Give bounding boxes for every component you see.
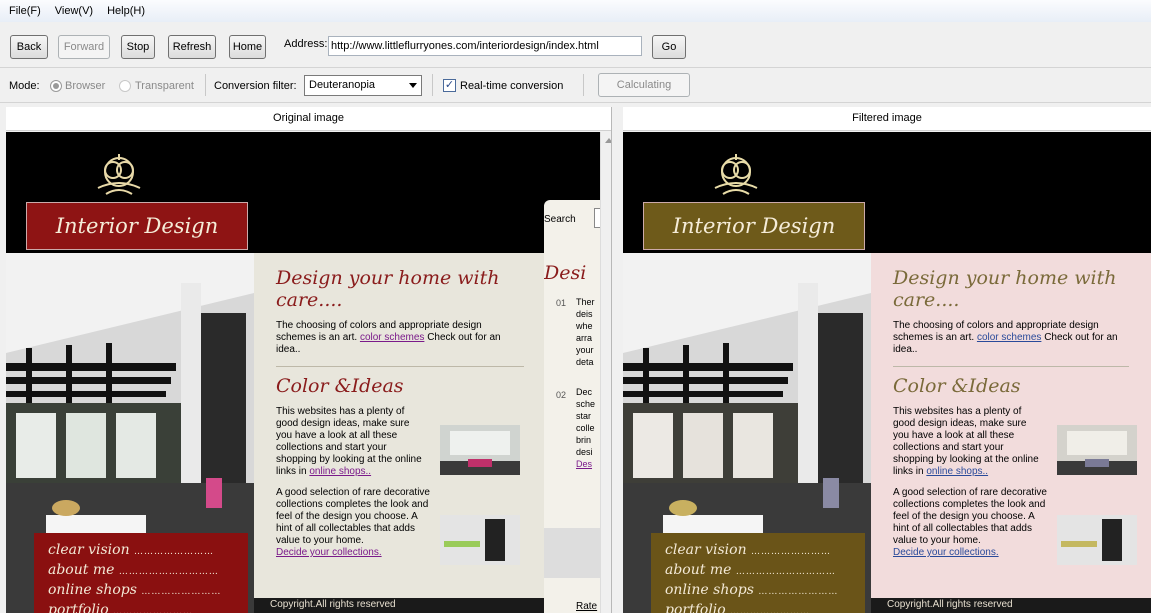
- site-footer: Copyright.All rights reserved: [871, 598, 1151, 613]
- nav-item[interactable]: portfolio ……………………: [48, 601, 234, 613]
- filtered-panel-header: Filtered image: [623, 107, 1151, 131]
- filter-select-value: Deuteranopia: [309, 79, 376, 91]
- nav-item[interactable]: clear vision ……………………: [665, 541, 851, 561]
- ideas-paragraph: This websites has a plenty of good desig…: [276, 406, 426, 478]
- collections-text: A good selection of rare decorative coll…: [893, 487, 1047, 546]
- main-heading: Design your home with care....: [276, 267, 500, 311]
- filter-label: Conversion filter:: [214, 80, 297, 92]
- site-title: Interior Design: [55, 214, 219, 238]
- nav-item[interactable]: about me …………………………: [665, 561, 851, 581]
- ornament-logo-icon: [714, 154, 758, 195]
- address-input[interactable]: http://www.littleflurryones.com/interior…: [328, 36, 642, 56]
- site-footer: Copyright.All rights reserved: [254, 598, 546, 613]
- collections-text: A good selection of rare decorative coll…: [276, 487, 430, 546]
- original-pane: Interior Design Design your home with ca…: [6, 132, 611, 613]
- site-nav: clear vision …………………… about me …………………………: [34, 533, 248, 613]
- mode-transparent-radio[interactable]: [119, 80, 131, 92]
- decide-collections-link[interactable]: Decide your collections.: [276, 547, 436, 559]
- filtered-pane: Interior Design Design your home with ca…: [623, 132, 1151, 613]
- mode-label: Mode:: [9, 80, 40, 92]
- refresh-button[interactable]: Refresh: [168, 35, 216, 59]
- site-title: Interior Design: [672, 214, 836, 238]
- site-title-box: Interior Design: [26, 202, 248, 250]
- calculating-button[interactable]: Calculating: [598, 73, 690, 97]
- options-separator: [583, 74, 584, 96]
- content-divider: [276, 366, 524, 367]
- collections-paragraph: A good selection of rare decorative coll…: [276, 487, 436, 559]
- options-separator: [432, 74, 433, 96]
- ideas-heading: Color &Ideas: [893, 375, 1021, 397]
- room-thumbnail: [1057, 425, 1137, 475]
- side-item-num: 02: [556, 390, 567, 400]
- side-thumbnail: [544, 528, 600, 578]
- chevron-down-icon: [409, 83, 417, 88]
- side-item-text: Ther deis whe arra your deta: [576, 297, 595, 367]
- content-divider: [893, 366, 1129, 367]
- intro-paragraph: The choosing of colors and appropriate d…: [276, 320, 524, 356]
- side-rate-link[interactable]: Rate: [576, 601, 597, 612]
- filtered-site: Interior Design Design your home with ca…: [623, 132, 1151, 613]
- site-title-box: Interior Design: [643, 202, 865, 250]
- menu-view[interactable]: View(V): [55, 5, 93, 17]
- color-schemes-link[interactable]: color schemes: [360, 332, 424, 343]
- side-heading: Desi: [544, 262, 587, 284]
- menu-file[interactable]: File(F): [9, 5, 41, 17]
- original-panel-header: Original image: [6, 107, 611, 131]
- content-column: Design your home with care.... The choos…: [254, 253, 546, 613]
- color-schemes-link[interactable]: color schemes: [977, 332, 1041, 343]
- side-item-text: Dec sche star colle brin desi Des: [576, 387, 596, 469]
- mode-browser-radio[interactable]: [50, 80, 62, 92]
- home-button[interactable]: Home: [229, 35, 266, 59]
- toolbar-separator: [0, 67, 1151, 68]
- back-button[interactable]: Back: [10, 35, 48, 59]
- address-label: Address:: [284, 38, 328, 50]
- ideas-paragraph: This websites has a plenty of good desig…: [893, 406, 1043, 478]
- decide-collections-link[interactable]: Decide your collections.: [893, 547, 1053, 559]
- side-item-num: 01: [556, 298, 567, 308]
- pane-divider[interactable]: [611, 107, 623, 613]
- mode-browser-label: Browser: [65, 80, 106, 92]
- side-panel: Search Desi 01 Ther deis whe arra your deta 0…: [544, 200, 600, 613]
- collections-paragraph: A good selection of rare decorative coll…: [893, 487, 1053, 559]
- realtime-label: Real-time conversion: [460, 80, 564, 92]
- menu-bar: File(F) View(V) Help(H): [0, 0, 1151, 22]
- ideas-heading: Color &Ideas: [276, 375, 404, 397]
- main-heading: Design your home with care....: [893, 267, 1117, 311]
- original-site: Interior Design Design your home with ca…: [6, 132, 611, 613]
- go-button[interactable]: Go: [652, 35, 686, 59]
- room-thumbnail: [440, 425, 520, 475]
- forward-button[interactable]: Forward: [58, 35, 110, 59]
- mode-transparent-label: Transparent: [135, 80, 194, 92]
- kitchen-thumbnail: [440, 515, 520, 565]
- online-shops-link[interactable]: online shops..: [309, 466, 371, 477]
- ornament-logo-icon: [97, 154, 141, 195]
- stop-button[interactable]: Stop: [121, 35, 155, 59]
- side-search-label: Search: [544, 214, 576, 225]
- options-separator-line: [0, 102, 1151, 103]
- online-shops-link[interactable]: online shops..: [926, 466, 988, 477]
- vertical-scrollbar[interactable]: [600, 132, 611, 613]
- menu-help[interactable]: Help(H): [107, 5, 145, 17]
- kitchen-thumbnail: [1057, 515, 1137, 565]
- options-separator: [205, 74, 206, 96]
- nav-item[interactable]: online shops ……………………: [665, 581, 851, 601]
- filter-select[interactable]: Deuteranopia: [304, 75, 422, 96]
- nav-item[interactable]: clear vision ……………………: [48, 541, 234, 561]
- content-column: Design your home with care.... The choos…: [871, 253, 1151, 613]
- scroll-up-icon[interactable]: [605, 138, 611, 143]
- intro-paragraph: The choosing of colors and appropriate d…: [893, 320, 1129, 356]
- realtime-checkbox[interactable]: ✓: [443, 79, 456, 92]
- site-nav: clear vision …………………… about me …………………………: [651, 533, 865, 613]
- nav-item[interactable]: portfolio ……………………: [665, 601, 851, 613]
- nav-item[interactable]: online shops ……………………: [48, 581, 234, 601]
- nav-item[interactable]: about me …………………………: [48, 561, 234, 581]
